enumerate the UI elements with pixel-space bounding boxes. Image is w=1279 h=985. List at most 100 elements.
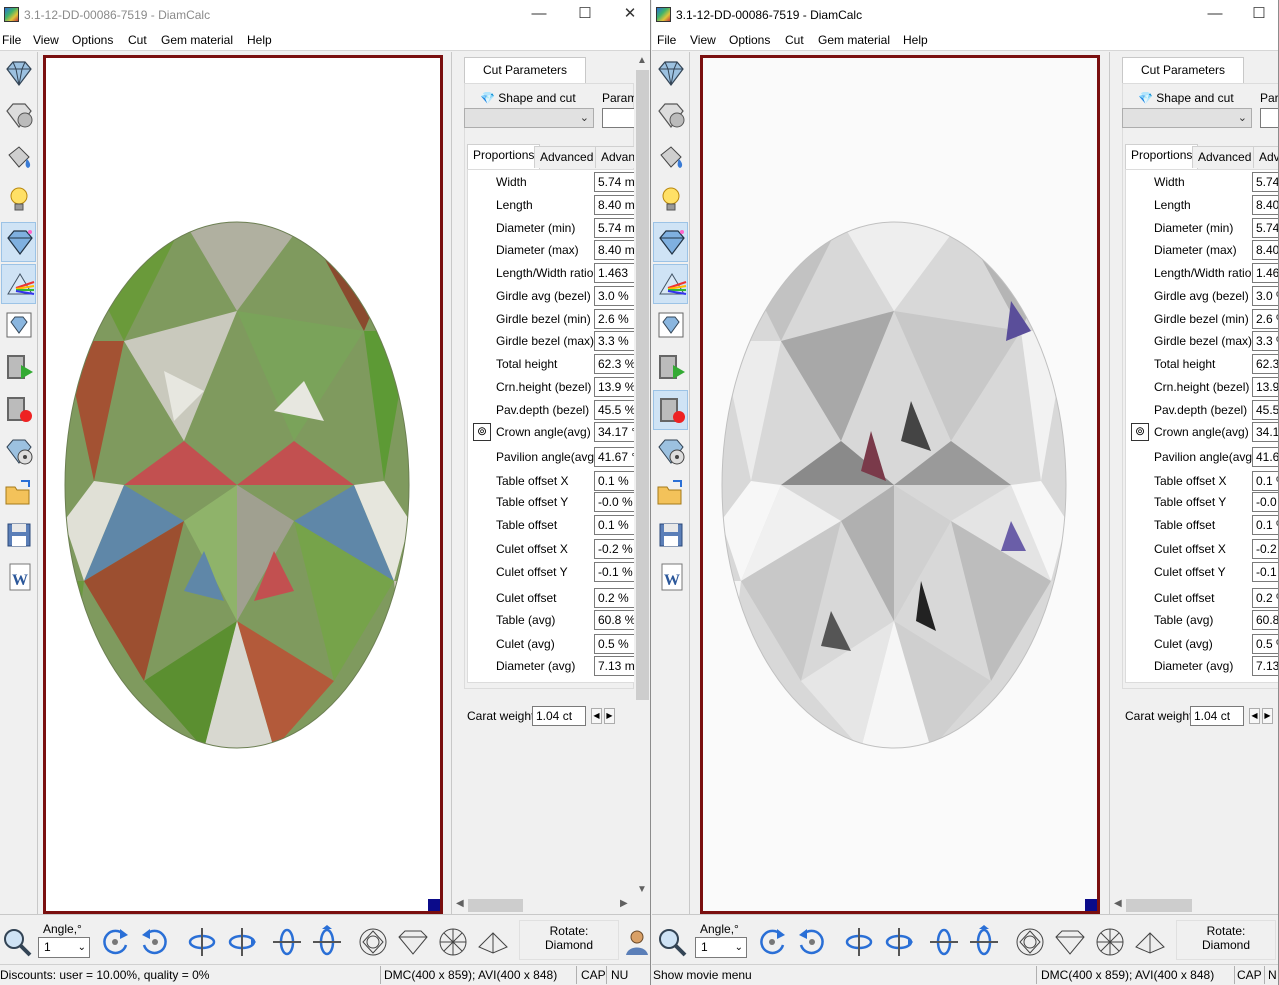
proportion-value-field[interactable]: 3.0 % — [594, 286, 636, 306]
lock-icon[interactable]: ⊚ — [1131, 423, 1149, 441]
minimize-button[interactable]: — — [1192, 0, 1238, 30]
scroll-down-icon[interactable]: ▼ — [637, 884, 647, 895]
proportion-value-field[interactable]: 60.8 % — [594, 610, 636, 630]
diamond-view-icon[interactable] — [653, 54, 688, 94]
lock-icon[interactable]: ⊚ — [473, 423, 491, 441]
proportion-value-field[interactable]: 3.3 % — [1252, 331, 1278, 351]
proportion-value-field[interactable]: 0.1 % — [1252, 471, 1278, 491]
flip-vertical-icon[interactable] — [185, 925, 219, 959]
movie-record-icon[interactable] — [653, 390, 688, 430]
panel-horizontal-scrollbar[interactable]: ◀ — [1110, 897, 1278, 914]
menu-gem-material[interactable]: Gem material — [161, 33, 233, 47]
proportion-value-field[interactable]: 5.74 mm — [594, 218, 636, 238]
carat-weight-input[interactable]: 1.04 ct — [1190, 706, 1244, 726]
rotate-ccw-icon[interactable] — [795, 925, 829, 959]
flip-horizontal-icon[interactable] — [927, 925, 961, 959]
proportion-value-field[interactable]: -0.1 — [1252, 562, 1278, 582]
spectrum-prism-icon[interactable] — [1, 264, 36, 304]
minimize-button[interactable]: — — [516, 0, 562, 30]
proportion-value-field[interactable]: 41.67 — [1252, 447, 1278, 467]
scrollbar-thumb[interactable] — [468, 899, 523, 912]
paint-bucket-icon[interactable] — [653, 138, 688, 178]
zoom-magnifier-icon[interactable] — [0, 925, 34, 959]
proportion-value-field[interactable]: 8.40 mm — [594, 240, 636, 260]
menu-help[interactable]: Help — [247, 33, 272, 47]
proportion-value-field[interactable]: 0.1 % — [1252, 515, 1278, 535]
zoom-magnifier-icon[interactable] — [655, 925, 689, 959]
light-bulb-icon[interactable] — [1, 180, 36, 220]
menu-options[interactable]: Options — [729, 33, 770, 47]
rotate-mode-box[interactable]: Rotate: Diamond — [519, 920, 619, 960]
carat-decrease-button[interactable]: ◀ — [591, 708, 602, 724]
proportion-value-field[interactable]: 45.5 — [1252, 400, 1278, 420]
spectrum-prism-icon[interactable] — [653, 264, 688, 304]
carat-decrease-button[interactable]: ◀ — [1249, 708, 1260, 724]
close-button[interactable]: ✕ — [607, 0, 650, 30]
diamond-render-viewport[interactable] — [43, 55, 443, 914]
proportion-value-field[interactable]: 8.40 — [1252, 195, 1278, 215]
proportion-value-field[interactable]: 7.13 mm — [594, 656, 636, 676]
diamond-sparkle-icon[interactable] — [1, 222, 36, 262]
movie-record-icon[interactable] — [1, 390, 36, 430]
maximize-button[interactable]: ☐ — [1236, 0, 1278, 30]
proportion-value-field[interactable]: -0.0 % — [594, 492, 636, 512]
panel-vertical-scrollbar[interactable]: ▲ ▼ — [634, 52, 650, 898]
menu-file[interactable]: File — [657, 33, 676, 47]
proportion-value-field[interactable]: 34.17 ° — [594, 422, 636, 442]
flip-horizontal-2-icon[interactable] — [310, 925, 344, 959]
carat-increase-button[interactable]: ▶ — [1262, 708, 1273, 724]
proportion-value-field[interactable]: 0.2 % — [1252, 588, 1278, 608]
tab-proportions[interactable]: Proportions — [467, 144, 541, 169]
proportion-value-field[interactable]: 60.8 — [1252, 610, 1278, 630]
proportion-value-field[interactable]: 34.17 — [1252, 422, 1278, 442]
flip-horizontal-icon[interactable] — [270, 925, 304, 959]
proportion-value-field[interactable]: 3.3 % — [594, 331, 636, 351]
flip-vertical-icon[interactable] — [842, 925, 876, 959]
panel-horizontal-scrollbar[interactable]: ◀ ▶ — [452, 897, 634, 914]
proportion-value-field[interactable]: -0.0 — [1252, 492, 1278, 512]
diamond-hearts-icon[interactable] — [653, 432, 688, 472]
flip-vertical-2-icon[interactable] — [225, 925, 259, 959]
carat-weight-input[interactable]: 1.04 ct — [532, 706, 586, 726]
proportion-value-field[interactable]: 13.9 % — [594, 377, 636, 397]
scrollbar-thumb[interactable] — [1126, 899, 1192, 912]
menu-options[interactable]: Options — [72, 33, 113, 47]
proportion-value-field[interactable]: 0.1 % — [594, 471, 636, 491]
diamond-outline-icon[interactable] — [1, 96, 36, 136]
diamond-picture-icon[interactable] — [1, 306, 36, 346]
scroll-up-icon[interactable]: ▲ — [637, 55, 647, 66]
tab-advanced[interactable]: Advanced — [534, 146, 600, 168]
bottom-view-icon[interactable] — [436, 925, 470, 959]
tab-advanced-2[interactable]: Adva — [1253, 146, 1278, 168]
proportion-value-field[interactable]: 5.74 mm — [594, 172, 636, 192]
round-top-view-icon[interactable] — [356, 925, 390, 959]
diamond-sparkle-icon[interactable] — [653, 222, 688, 262]
proportion-value-field[interactable]: 0.5 % — [1252, 634, 1278, 654]
diamond-render-viewport[interactable] — [700, 55, 1100, 914]
diamond-hearts-icon[interactable] — [1, 432, 36, 472]
proportion-value-field[interactable]: 2.6 % — [594, 309, 636, 329]
movie-play-icon[interactable] — [653, 348, 688, 388]
rotate-mode-box[interactable]: Rotate: Diamond — [1176, 920, 1276, 960]
rotate-cw-icon[interactable] — [755, 925, 789, 959]
scrollbar-thumb[interactable] — [636, 70, 649, 700]
angle-select[interactable]: 1 ⌄ — [695, 937, 747, 958]
light-bulb-icon[interactable] — [653, 180, 688, 220]
parameters-field[interactable] — [1260, 108, 1278, 128]
proportion-value-field[interactable]: -0.1 % — [594, 562, 636, 582]
title-bar[interactable]: 3.1-12-DD-00086-7519 - DiamCalc — ☐ — [652, 0, 1278, 30]
proportion-value-field[interactable]: 3.0 % — [1252, 286, 1278, 306]
tab-cut-parameters[interactable]: Cut Parameters — [1122, 57, 1244, 83]
round-top-view-icon[interactable] — [1013, 925, 1047, 959]
save-disk-icon[interactable] — [653, 516, 688, 556]
proportion-value-field[interactable]: 62.3 — [1252, 354, 1278, 374]
menu-file[interactable]: File — [2, 33, 21, 47]
proportion-value-field[interactable]: 41.67 ° — [594, 447, 636, 467]
proportion-value-field[interactable]: 5.74 — [1252, 218, 1278, 238]
menu-help[interactable]: Help — [903, 33, 928, 47]
proportion-value-field[interactable]: 7.13 — [1252, 656, 1278, 676]
angle-select[interactable]: 1 ⌄ — [38, 937, 90, 958]
proportion-value-field[interactable]: 0.5 % — [594, 634, 636, 654]
tab-proportions[interactable]: Proportions — [1125, 144, 1199, 169]
proportion-value-field[interactable]: 13.9 — [1252, 377, 1278, 397]
